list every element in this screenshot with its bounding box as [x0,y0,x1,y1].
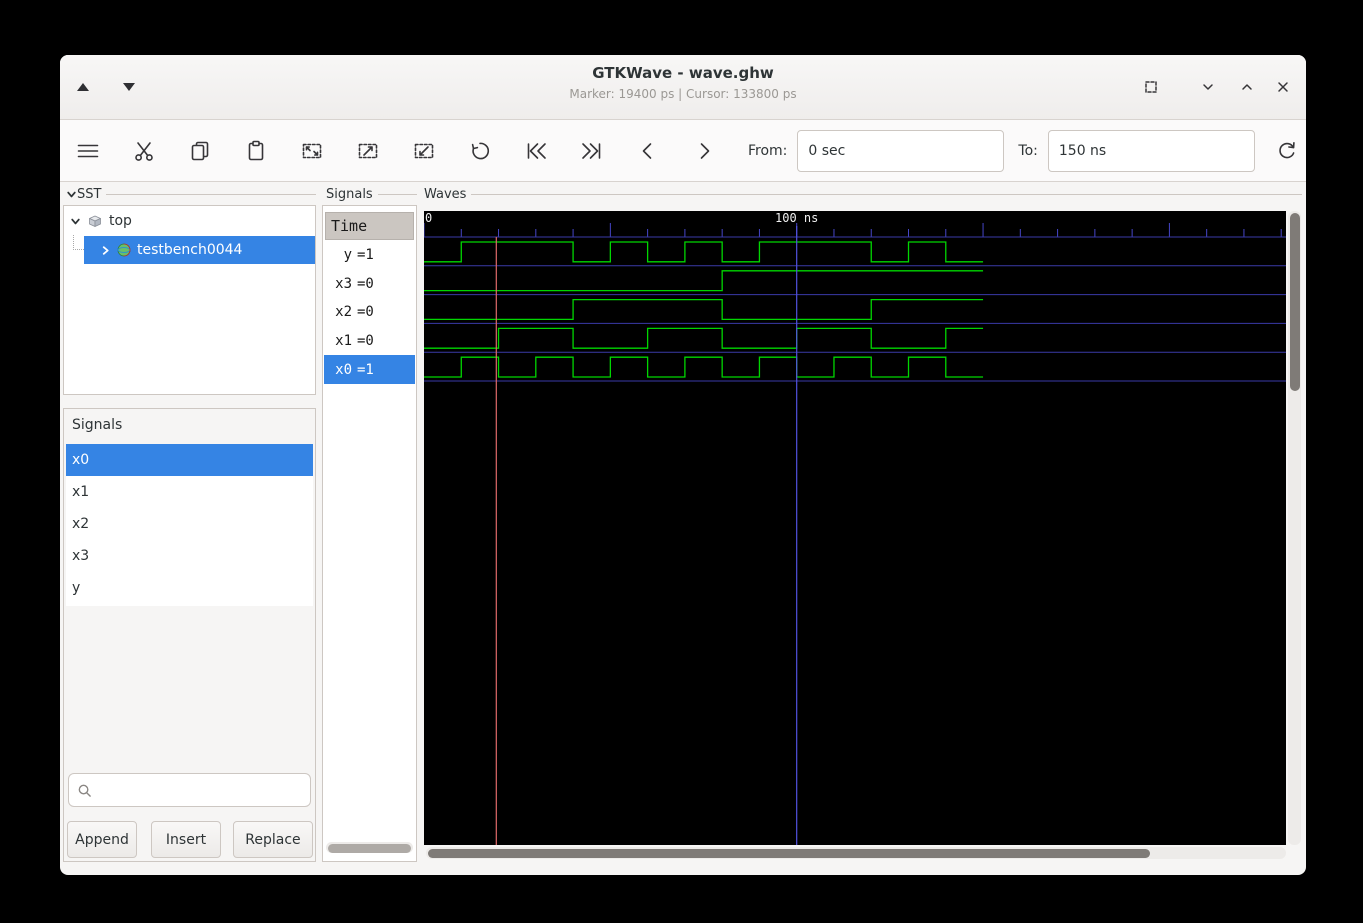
menu-button[interactable] [76,139,100,163]
trace-value: =1 [357,361,374,378]
chevron-up-icon [1242,84,1252,90]
signal-search-input[interactable] [98,781,310,799]
sst-frame-label: SST [66,186,316,202]
signal-item-x2[interactable]: x2 [66,508,313,540]
window-title: GTKWave - wave.ghw [592,64,774,82]
zoom-fit-icon [302,143,322,158]
trace-row-y[interactable]: y =1 [324,241,415,270]
time-header[interactable]: Time [325,212,414,240]
tree-item-testbench0044[interactable]: testbench0044 [84,236,315,264]
to-input[interactable] [1047,129,1255,172]
reload-icon [1279,141,1295,158]
paste-icon [248,140,264,160]
waves-frame-label: Waves [424,186,1302,202]
zoom-fit-button[interactable] [300,139,324,163]
copy-button[interactable] [188,139,212,163]
shift-right-button[interactable] [692,139,716,163]
tree-guide-line [73,235,84,250]
zoom-in-button[interactable] [356,139,380,163]
trace-row-x3[interactable]: x3 =0 [324,270,415,299]
tree-item-top[interactable]: top [64,206,315,236]
waveform-plot: 0 100 ns [423,211,1286,845]
tree-item-label: top [109,213,132,229]
fullscreen-button[interactable] [1136,72,1166,102]
menu-icon [77,144,99,157]
signals-hscrollbar[interactable] [326,842,413,853]
zoom-out-button[interactable] [412,139,436,163]
toolbar: From: To: [60,120,1306,182]
close-button[interactable] [1268,72,1298,102]
signals-hscrollbar-thumb[interactable] [328,843,411,853]
signal-search-box[interactable] [68,773,311,807]
signal-list-header: Signals [72,417,123,433]
signals-panel: Time y =1 x3 =0 x2 =0 x1 =0 x0 =1 [322,205,417,862]
signal-item-x3[interactable]: x3 [66,540,313,572]
instance-icon [117,243,131,257]
cut-icon [135,141,153,161]
expander-right-icon[interactable] [100,245,111,256]
append-button[interactable]: Append [67,821,137,858]
shift-left-button[interactable] [636,139,660,163]
from-label: From: [748,142,788,159]
trace-value: =1 [357,247,374,264]
from-input[interactable] [797,129,1005,172]
chevron-down-icon [1203,84,1213,90]
svg-text:100 ns: 100 ns [775,211,818,225]
search-icon [78,784,91,797]
zoom-out-icon [414,143,434,158]
waves-hscrollbar[interactable] [426,847,1286,859]
to-start-icon [527,142,546,159]
waves-hscrollbar-thumb[interactable] [428,848,1150,858]
to-end-icon [582,142,601,159]
expander-down-icon[interactable] [70,216,81,227]
trace-name-list: y =1 x3 =0 x2 =0 x1 =0 x0 =1 [324,241,415,384]
trace-value: =0 [357,304,374,321]
to-end-button[interactable] [580,139,604,163]
trace-row-x0[interactable]: x0 =1 [324,355,415,384]
waves-vscrollbar[interactable] [1288,211,1301,845]
trace-value: =0 [357,275,374,292]
trace-value: =0 [357,333,374,350]
signal-list: x0 x1 x2 x3 y [66,444,313,606]
titlebar: GTKWave - wave.ghw Marker: 19400 ps | Cu… [60,55,1306,120]
signals-frame-label: Signals [326,186,417,202]
tree-item-label: testbench0044 [137,242,243,258]
reload-button[interactable] [1275,139,1299,163]
right-icon [700,142,710,159]
svg-text:0: 0 [425,211,432,225]
undo-button[interactable] [468,139,492,163]
to-start-button[interactable] [524,139,548,163]
signal-list-frame: Signals x0 x1 x2 x3 y Append Insert Repl… [63,408,316,862]
sst-tree: top testbench0044 [63,205,316,395]
trace-row-x1[interactable]: x1 =0 [324,327,415,356]
signal-item-x1[interactable]: x1 [66,476,313,508]
waves-vscrollbar-thumb[interactable] [1289,213,1300,391]
insert-button[interactable]: Insert [151,821,221,858]
dashed-box-icon [1145,81,1157,93]
trace-row-x2[interactable]: x2 =0 [324,298,415,327]
expander-down-icon[interactable] [66,189,77,200]
unmaximize-button[interactable] [1193,72,1223,102]
copy-icon [191,141,209,160]
undo-icon [471,142,490,159]
left-icon [642,142,652,159]
wave-canvas[interactable]: 0 100 ns [423,211,1286,845]
cut-button[interactable] [132,139,156,163]
gtkwave-window: GTKWave - wave.ghw Marker: 19400 ps | Cu… [60,55,1306,875]
window-subtitle: Marker: 19400 ps | Cursor: 133800 ps [569,87,797,101]
close-icon [1278,82,1288,92]
signal-item-y[interactable]: y [66,572,313,604]
zoom-in-icon [358,143,378,158]
hierarchy-icon [89,215,101,227]
paste-button[interactable] [244,139,268,163]
maximize-button[interactable] [1232,72,1262,102]
to-label: To: [1018,142,1038,159]
signal-item-x0[interactable]: x0 [66,444,313,476]
replace-button[interactable]: Replace [233,821,313,858]
